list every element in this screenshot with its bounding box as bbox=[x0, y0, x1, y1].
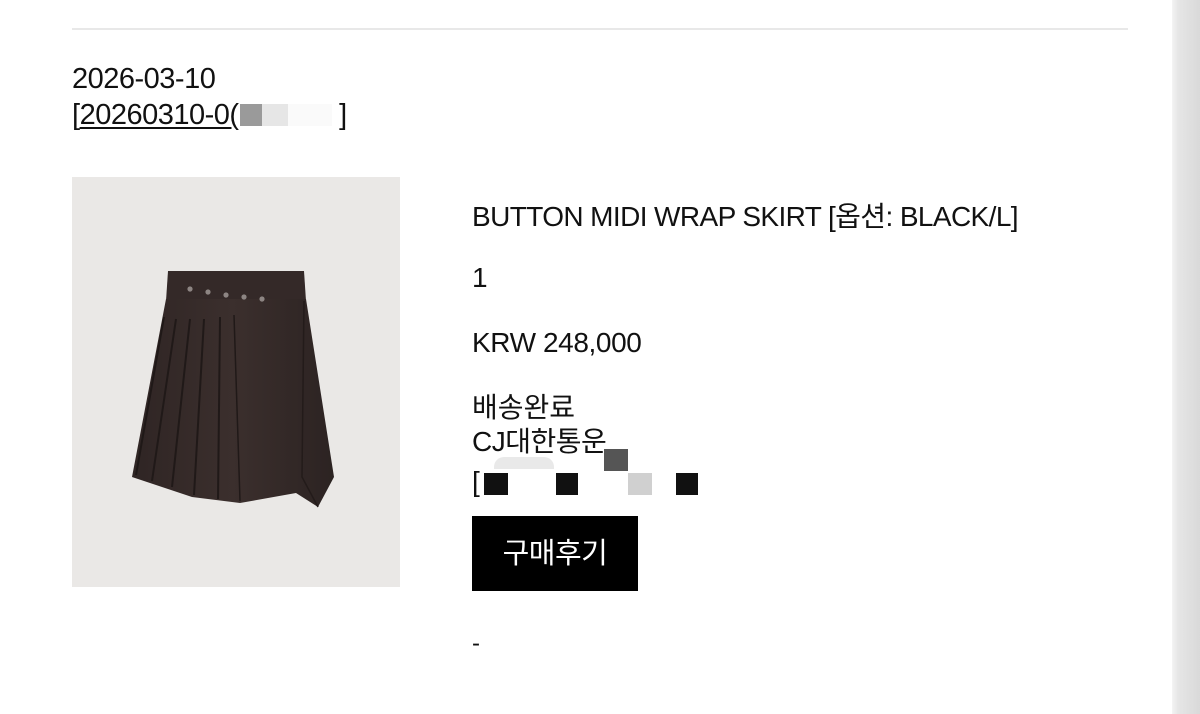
order-detail-page: 2026-03-10 [20260310-0( ] BUTTON MIDI WR… bbox=[0, 0, 1200, 714]
order-date: 2026-03-10 bbox=[72, 63, 216, 95]
redaction-mask bbox=[628, 473, 652, 495]
redaction-mask bbox=[239, 104, 262, 126]
bracket-open: [ bbox=[72, 99, 80, 131]
redaction-mask bbox=[484, 473, 508, 495]
delivery-status: 배송완료 bbox=[472, 392, 576, 423]
skirt-photo-icon bbox=[132, 271, 334, 508]
product-image[interactable] bbox=[72, 177, 400, 587]
top-divider bbox=[72, 28, 1128, 30]
tracking-number[interactable]: [ bbox=[472, 449, 698, 499]
tracking-bracket: [ bbox=[472, 466, 480, 497]
redaction-mask bbox=[494, 457, 554, 469]
order-number-text: 20260310-0( bbox=[79, 99, 239, 131]
price: KRW 248,000 bbox=[472, 327, 642, 358]
redaction-mask bbox=[556, 473, 578, 495]
courier-name: CJ대한통운 bbox=[472, 426, 607, 457]
bracket-close: ] bbox=[339, 99, 347, 131]
quantity: 1 bbox=[472, 262, 488, 293]
write-review-button[interactable]: 구매후기 bbox=[472, 516, 638, 591]
review-placeholder: - bbox=[472, 630, 480, 657]
product-name[interactable]: BUTTON MIDI WRAP SKIRT [옵션: BLACK/L] bbox=[472, 195, 1019, 235]
redaction-mask bbox=[676, 473, 698, 495]
order-number-link[interactable]: 20260310-0( bbox=[80, 99, 332, 131]
redaction-mask bbox=[287, 104, 332, 126]
order-number: [20260310-0( ] bbox=[72, 98, 347, 132]
redaction-mask bbox=[261, 104, 288, 126]
redaction-mask bbox=[604, 449, 628, 471]
scrollbar[interactable] bbox=[1172, 0, 1200, 714]
